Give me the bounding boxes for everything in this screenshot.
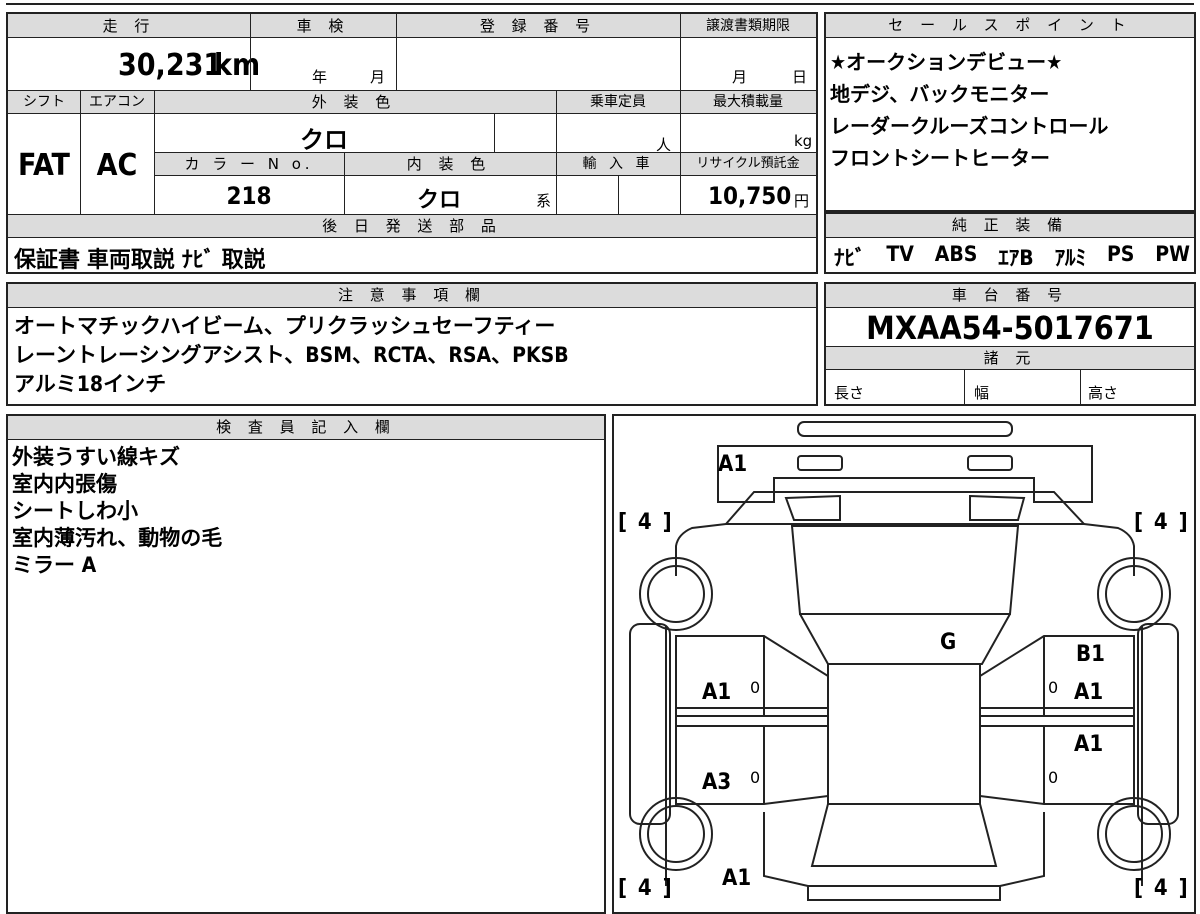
label-capacity: 乗車定員 xyxy=(590,94,646,110)
equipment-panel: 純 正 装 備 ﾅﾋﾞ TV ABS ｴｱB ｱﾙﾐ PS PW xyxy=(824,212,1196,274)
zero-mark: 0 xyxy=(750,768,761,787)
equipment-item: TV xyxy=(886,242,914,266)
tire-mark-front-left: [ 4 ] xyxy=(618,510,674,535)
label-later-parts: 後 日 発 送 部 品 xyxy=(8,214,816,238)
inspection-month-unit: 月 xyxy=(370,68,386,86)
interior-color-value: クロ xyxy=(416,188,461,213)
damage-left-rear-door: A3 xyxy=(702,770,732,795)
recycle-fee-value: 10,750 xyxy=(708,182,792,210)
equipment-item: ﾅﾋﾞ xyxy=(834,246,866,270)
shift-value: FAT xyxy=(18,148,70,183)
damage-front-bumper: A1 xyxy=(718,452,748,477)
inspector-line: 外装うすい線キズ xyxy=(12,445,180,469)
spec-width: 幅 xyxy=(974,384,990,402)
damage-right-front-door: A1 xyxy=(1074,680,1104,705)
equipment-list: ﾅﾋﾞ TV ABS ｴｱB ｱﾙﾐ PS PW xyxy=(834,242,1190,272)
tire-mark-rear-right: [ 4 ] xyxy=(1134,876,1190,901)
inspector-panel: 検 査 員 記 入 欄 外装うすい線キズ 室内内張傷 シートしわ小 室内薄汚れ、… xyxy=(6,414,606,914)
car-diagram xyxy=(629,421,1179,901)
sales-points-panel: セ ー ル ス ポ イ ン ト ★オークションデビュー★ 地デジ、バックモニター… xyxy=(824,12,1196,212)
sales-point-item: ★オークションデビュー★ xyxy=(830,50,1063,74)
car-diagram-panel: [ 4 ] [ 4 ] [ 4 ] [ 4 ] A1 G B1 A1 A1 A1… xyxy=(612,414,1196,914)
later-parts-value: 保証書 車両取説 ﾅﾋﾞ 取説 xyxy=(14,248,266,273)
label-recycle-fee: リサイクル預託金 xyxy=(696,156,800,171)
equipment-item: ABS xyxy=(934,242,978,266)
inspector-line: 室内薄汚れ、動物の毛 xyxy=(12,526,223,550)
aircon-value: AC xyxy=(96,148,138,183)
tire-mark-rear-left: [ 4 ] xyxy=(618,876,674,901)
label-shift: シフト xyxy=(23,94,65,110)
notes-panel: 注 意 事 項 欄 オートマチックハイビーム、プリクラッシュセーフティー レーン… xyxy=(6,282,818,406)
notes-list: オートマチックハイビーム、プリクラッシュセーフティー レーントレーシングアシスト… xyxy=(14,312,569,399)
sales-point-item: レーダークルーズコントロール xyxy=(830,114,1109,138)
spec-table: 走 行 車 検 登 録 番 号 譲渡書類期限 30,231 km 年 月 月 日… xyxy=(6,12,818,274)
damage-right-rear-door: A1 xyxy=(1074,732,1104,757)
exterior-color-value: クロ xyxy=(300,126,348,154)
equipment-label: 純 正 装 備 xyxy=(826,214,1194,238)
sales-point-item: 地デジ、バックモニター xyxy=(830,82,1050,106)
label-import: 輸 入 車 xyxy=(582,156,654,172)
chassis-label: 車 台 番 号 xyxy=(826,284,1194,308)
label-aircon: エアコン xyxy=(89,94,145,110)
zero-mark: 0 xyxy=(1048,678,1059,697)
damage-rear: A1 xyxy=(722,866,752,891)
mileage-unit: km xyxy=(214,48,261,83)
inspector-line: 室内内張傷 xyxy=(12,472,117,496)
sales-points-list: ★オークションデビュー★ 地デジ、バックモニター レーダークルーズコントロール … xyxy=(830,46,1108,174)
note-line: アルミ18インチ xyxy=(14,372,167,396)
inspector-line: ミラー A xyxy=(12,553,97,577)
equipment-item: PW xyxy=(1155,242,1190,266)
deadline-day-unit: 日 xyxy=(792,68,808,86)
spec-label: 諸 元 xyxy=(826,346,1194,370)
zero-mark: 0 xyxy=(750,678,761,697)
label-mileage: 走 行 xyxy=(102,17,156,35)
damage-left-front-door: A1 xyxy=(702,680,732,705)
interior-color-suffix: 系 xyxy=(536,192,552,210)
label-inspection: 車 検 xyxy=(296,17,350,35)
deadline-month-unit: 月 xyxy=(732,68,748,86)
label-registration: 登 録 番 号 xyxy=(479,17,597,35)
note-line: オートマチックハイビーム、プリクラッシュセーフティー xyxy=(14,314,556,338)
notes-label: 注 意 事 項 欄 xyxy=(8,284,816,308)
inspector-label: 検 査 員 記 入 欄 xyxy=(8,416,604,440)
sales-points-label: セ ー ル ス ポ イ ン ト xyxy=(826,14,1194,38)
chassis-number: MXAA54-5017671 xyxy=(866,309,1154,347)
damage-right-front-fender: B1 xyxy=(1076,642,1105,667)
label-interior-color: 内 装 色 xyxy=(406,155,492,173)
load-unit: kg xyxy=(794,132,813,150)
equipment-item: PS xyxy=(1106,242,1135,266)
spec-height: 高さ xyxy=(1088,384,1119,402)
label-exterior-color: 外 装 色 xyxy=(311,93,397,111)
color-no-value: 218 xyxy=(226,182,272,210)
label-transfer-deadline: 譲渡書類期限 xyxy=(706,18,790,34)
inspector-line: シートしわ小 xyxy=(12,499,138,523)
equipment-item: ｴｱB xyxy=(998,246,1034,270)
label-max-load: 最大積載量 xyxy=(713,94,783,110)
spec-length: 長さ xyxy=(834,384,865,402)
tire-mark-front-right: [ 4 ] xyxy=(1134,510,1190,535)
top-strip xyxy=(6,0,1194,5)
yen-unit: 円 xyxy=(794,192,810,210)
zero-mark: 0 xyxy=(1048,768,1059,787)
note-line: レーントレーシングアシスト、BSM、RCTA、RSA、PKSB xyxy=(14,343,569,367)
chassis-panel: 車 台 番 号 MXAA54-5017671 諸 元 長さ 幅 高さ xyxy=(824,282,1196,406)
mileage-value: 30,231 xyxy=(118,48,223,83)
equipment-item: ｱﾙﾐ xyxy=(1054,246,1087,270)
inspector-list: 外装うすい線キズ 室内内張傷 シートしわ小 室内薄汚れ、動物の毛 ミラー A xyxy=(12,444,222,579)
label-color-no: カ ラ ー N o. xyxy=(184,155,314,173)
inspection-year-unit: 年 xyxy=(312,68,328,86)
damage-windshield: G xyxy=(940,630,957,655)
sales-point-item: フロントシートヒーター xyxy=(830,146,1050,170)
